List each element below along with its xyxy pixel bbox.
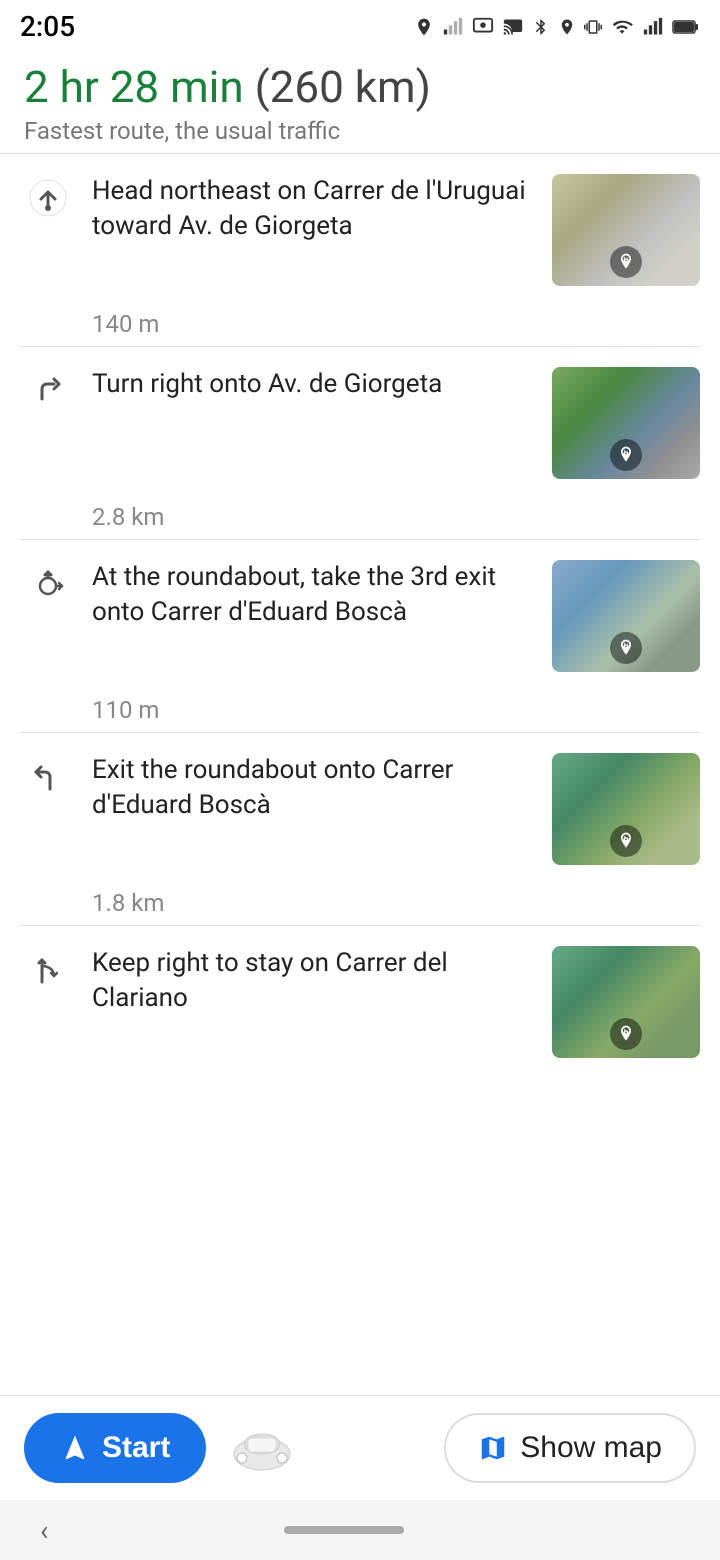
signal-full-icon [642, 17, 664, 37]
show-map-button[interactable]: Show map [444, 1413, 696, 1483]
route-distance: (260 km) [255, 61, 431, 113]
step-icon-exit-roundabout [20, 753, 76, 797]
navigation-icon [60, 1433, 90, 1463]
exit-roundabout-icon [28, 757, 68, 797]
step-instruction: Head northeast on Carrer de l'Uruguai to… [92, 174, 536, 244]
screen-record-icon [472, 16, 494, 38]
wifi-icon [610, 17, 634, 37]
step-icon-roundabout [20, 560, 76, 604]
streetview-icon [610, 246, 642, 278]
distance-label: 140 m [0, 302, 720, 346]
step-item: Keep right to stay on Carrer del Clarian… [0, 926, 720, 1074]
location-status-icon [414, 17, 434, 37]
status-time: 2:05 [20, 10, 75, 43]
car-mode-button[interactable] [226, 1412, 298, 1484]
battery-icon [672, 18, 700, 36]
distance-label: 110 m [0, 688, 720, 732]
route-duration: 2 hr 28 min [24, 61, 244, 113]
streetview-icon [610, 1018, 642, 1050]
keep-right-icon [28, 950, 68, 990]
step-image[interactable] [552, 174, 700, 286]
roundabout-icon [28, 564, 68, 604]
status-bar: 2:05 [0, 0, 720, 49]
step-instruction: At the roundabout, take the 3rd exit ont… [92, 560, 536, 630]
map-icon [478, 1433, 508, 1463]
step-instruction: Keep right to stay on Carrer del Clarian… [92, 946, 536, 1016]
location2-icon [558, 16, 576, 38]
show-map-label: Show map [520, 1431, 662, 1465]
streetview-icon [610, 632, 642, 664]
nav-bar: ‹ [0, 1500, 720, 1560]
distance-label: 2.8 km [0, 495, 720, 539]
cast-icon [502, 17, 524, 37]
step-item: Exit the roundabout onto Carrer d'Eduard… [0, 733, 720, 881]
step-image[interactable] [552, 753, 700, 865]
bottom-bar: Start Show map [0, 1395, 720, 1500]
start-button[interactable]: Start [24, 1413, 206, 1483]
bluetooth-icon [532, 16, 550, 38]
step-instruction: Exit the roundabout onto Carrer d'Eduard… [92, 753, 536, 823]
bottom-spacer [0, 1074, 720, 1214]
step-image[interactable] [552, 367, 700, 479]
step-item: Head northeast on Carrer de l'Uruguai to… [0, 154, 720, 302]
step-image[interactable] [552, 946, 700, 1058]
start-label: Start [102, 1431, 170, 1465]
steps-list: Head northeast on Carrer de l'Uruguai to… [0, 154, 720, 1214]
step-icon-up [20, 174, 76, 218]
signal-icon [442, 17, 464, 37]
step-item: At the roundabout, take the 3rd exit ont… [0, 540, 720, 688]
status-icons [414, 16, 700, 38]
route-subtitle: Fastest route, the usual traffic [24, 117, 696, 145]
route-header: 2 hr 28 min (260 km) Fastest route, the … [0, 49, 720, 153]
streetview-icon [610, 439, 642, 471]
streetview-icon [610, 825, 642, 857]
nav-pill[interactable] [284, 1526, 404, 1534]
step-item: Turn right onto Av. de Giorgeta [0, 347, 720, 495]
step-icon-keep-right [20, 946, 76, 990]
step-image[interactable] [552, 560, 700, 672]
vibrate-icon [584, 16, 602, 38]
step-instruction: Turn right onto Av. de Giorgeta [92, 367, 536, 402]
step-icon-right [20, 367, 76, 411]
route-time: 2 hr 28 min (260 km) [24, 61, 696, 113]
back-button[interactable]: ‹ [40, 1514, 48, 1547]
up-arrow-icon [28, 178, 68, 218]
distance-label: 1.8 km [0, 881, 720, 925]
turn-right-icon [28, 371, 68, 411]
